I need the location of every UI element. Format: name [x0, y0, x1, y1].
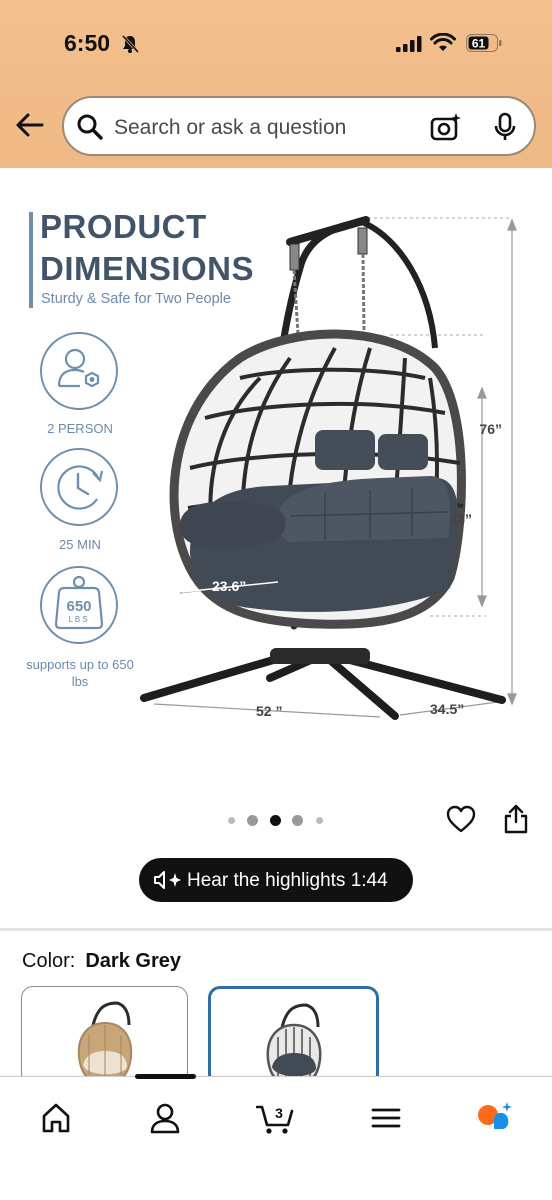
swatch-dark-grey-image	[266, 1003, 321, 1083]
feature-weight-label: supports up to 650 lbs	[26, 657, 134, 689]
color-value: Dark Grey	[85, 950, 181, 972]
title-accent-bar	[29, 212, 33, 308]
carousel-dot[interactable]	[247, 815, 258, 826]
dim-base-depth: 34.5”	[430, 701, 464, 717]
active-tab-indicator	[135, 1074, 196, 1079]
carousel-dot[interactable]	[228, 817, 235, 824]
search-bar[interactable]: Search or ask a question	[62, 96, 536, 156]
heart-icon[interactable]	[446, 804, 476, 834]
feature-time-label: 25 MIN	[59, 537, 101, 552]
carousel-dot[interactable]	[316, 817, 323, 824]
carousel-indicator[interactable]	[226, 814, 326, 826]
clock-icon	[57, 465, 104, 510]
share-icon[interactable]	[504, 804, 528, 834]
menu-icon[interactable]	[369, 1101, 403, 1135]
color-label: Color:	[22, 950, 76, 972]
feature-assembly-time	[40, 448, 118, 526]
battery-level: 61	[472, 37, 486, 51]
dim-base-width: 52 ”	[256, 703, 282, 719]
dim-height-total: 76”	[479, 421, 502, 437]
assistant-icon[interactable]	[476, 1101, 514, 1135]
header: 6:50 61 Search or ask a question	[0, 0, 552, 168]
product-page: 6:50 61 Search or ask a question PRODUCT…	[0, 0, 552, 1200]
wifi-icon	[430, 33, 456, 51]
back-arrow-icon[interactable]	[14, 110, 46, 140]
dim-seat-width: 23.6”	[212, 578, 246, 594]
search-placeholder[interactable]: Search or ask a question	[114, 116, 346, 140]
feature-capacity-label: 2 PERSON	[47, 421, 113, 436]
speaker-sparkle-icon	[154, 871, 181, 889]
feature-capacity	[40, 332, 118, 410]
microphone-icon[interactable]	[494, 112, 516, 142]
battery-icon: 61	[466, 34, 502, 52]
color-swatch-beige[interactable]	[21, 986, 188, 1086]
person-gear-icon	[57, 348, 100, 388]
search-icon	[77, 114, 103, 140]
camera-search-icon[interactable]	[430, 112, 462, 142]
bottom-tab-bar: 3	[0, 1074, 552, 1200]
color-selector-label: Color: Dark Grey	[22, 950, 181, 973]
weight-icon: 650 LBS	[54, 575, 104, 630]
feature-weight: 650 LBS	[40, 566, 118, 644]
cellular-signal-icon	[396, 36, 422, 52]
product-image[interactable]: PRODUCT DIMENSIONS Sturdy & Safe for Two…	[0, 168, 552, 808]
cart-count: 3	[275, 1105, 283, 1121]
cart-icon[interactable]: 3	[256, 1101, 296, 1135]
weight-unit: LBS	[68, 615, 89, 624]
weight-value: 650	[66, 598, 91, 615]
home-icon[interactable]	[39, 1101, 73, 1135]
status-time: 6:50	[64, 30, 111, 56]
carousel-dot[interactable]	[292, 815, 303, 826]
hanging-egg-chair-image: 23.6” 76” 43” 52 ” 34.5”	[140, 216, 517, 720]
color-swatch-dark-grey[interactable]	[208, 986, 379, 1086]
hear-highlights-label: Hear the highlights 1:44	[187, 870, 388, 891]
bell-muted-icon	[121, 34, 140, 54]
carousel-dot-active[interactable]	[270, 815, 281, 826]
hear-highlights-button[interactable]: Hear the highlights 1:44	[139, 858, 413, 902]
swatch-beige-image	[77, 1001, 132, 1085]
profile-icon[interactable]	[148, 1101, 182, 1135]
dim-basket-height: 43”	[449, 511, 472, 527]
section-divider	[0, 928, 552, 931]
